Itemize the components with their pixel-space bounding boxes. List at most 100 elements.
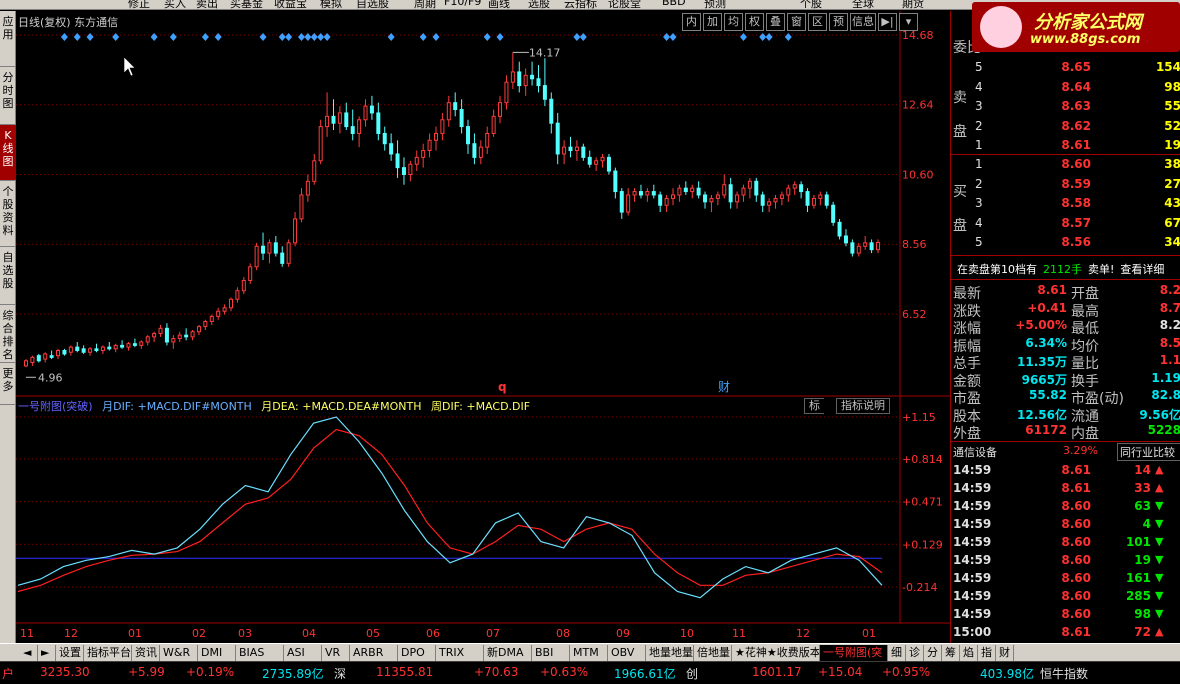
chart-tool-button[interactable]: ▶| — [878, 13, 897, 31]
signal-diamond-icon — [310, 33, 318, 41]
chart-tool-button[interactable]: 信息 — [850, 13, 876, 31]
chart-tool-button[interactable]: 权 — [745, 13, 764, 31]
menu-item[interactable]: 论股堂 — [608, 0, 641, 9]
bottom-tab[interactable]: OBV — [608, 645, 646, 661]
order-note-part[interactable]: 查看详细 — [1120, 263, 1164, 276]
candle-body — [773, 197, 778, 203]
chart-tool-button[interactable]: 区 — [808, 13, 827, 31]
sub-tick-label: -0.214 — [902, 581, 937, 594]
candle-body — [703, 194, 708, 203]
bottom-tab[interactable]: 倍地量 — [694, 645, 732, 661]
menu-item[interactable]: 周期 — [414, 0, 436, 9]
menu-item[interactable]: 卖出 — [196, 0, 218, 9]
left-tab-6[interactable]: 更多 — [0, 363, 16, 405]
bottom-tab[interactable]: 财 — [996, 645, 1014, 661]
menu-item[interactable]: 修正 — [128, 0, 150, 9]
status-sh-pct: +0.19% — [186, 665, 235, 679]
menu-item[interactable]: 模拟 — [320, 0, 342, 9]
left-tab-5[interactable]: 综合排名 — [0, 305, 16, 363]
low-price-label: 4.96 — [38, 371, 63, 384]
chart-tool-button[interactable]: 均 — [724, 13, 743, 31]
sep-line — [951, 154, 1180, 155]
bottom-tab[interactable]: 指 — [978, 645, 996, 661]
tick-price: 8.61 — [1061, 463, 1091, 477]
bottom-tab[interactable]: BBI — [532, 645, 570, 661]
menu-item[interactable]: 买入 — [164, 0, 186, 9]
bottom-tab[interactable]: ► — [38, 645, 56, 661]
buy-row-level: 3 — [975, 196, 983, 210]
menu-item[interactable]: 期货 — [902, 0, 924, 9]
buy-row-volume: 67 — [1164, 215, 1180, 230]
bottom-tab[interactable]: 地量地量 — [646, 645, 694, 661]
chart-tool-button[interactable]: 预 — [829, 13, 848, 31]
chart-tool-button[interactable]: ▾ — [899, 13, 918, 31]
bottom-tab[interactable]: 分 — [924, 645, 942, 661]
arrow-up-icon: ▲ — [1155, 463, 1164, 476]
bottom-tab[interactable]: W&R — [160, 645, 198, 661]
bottom-tab[interactable]: ◄ — [20, 645, 38, 661]
candle-body — [549, 98, 554, 124]
candle-body — [235, 290, 240, 300]
tick-volume: 101 — [1125, 535, 1151, 549]
menu-item[interactable]: 自选股 — [356, 0, 389, 9]
candle-body — [722, 184, 727, 196]
menu-item[interactable]: 收益宝 — [274, 0, 307, 9]
chart-tool-button[interactable]: 窗 — [787, 13, 806, 31]
chart-area[interactable]: 14.68 12.64 10.60 8.56 6.52 14.17 4.96 q 财 +1.15 +… — [16, 11, 950, 643]
bottom-tab[interactable]: DPO — [398, 645, 436, 661]
bottom-tab[interactable]: 资讯 — [132, 645, 160, 661]
kline-chart-svg[interactable]: 14.6812.6410.608.566.5214.174.96q 财+1.15+… — [16, 11, 950, 643]
left-tab-2[interactable]: K线图 — [0, 125, 16, 181]
left-tab-1[interactable]: 分时图 — [0, 67, 16, 125]
bottom-tab[interactable]: BIAS — [236, 645, 284, 661]
candle-body — [139, 341, 144, 346]
bottom-tab[interactable]: TRIX — [436, 645, 484, 661]
bottom-tab[interactable]: 筹 — [942, 645, 960, 661]
x-tick-label: 04 — [302, 627, 316, 640]
candle-body — [779, 194, 784, 199]
chart-tool-button[interactable]: 叠 — [766, 13, 785, 31]
candle-body — [453, 102, 458, 111]
left-tab-0[interactable]: 应用 — [0, 11, 16, 67]
candle-body — [504, 81, 509, 104]
bottom-tab[interactable]: 新DMA — [484, 645, 532, 661]
chart-tool-button[interactable]: 内 — [682, 13, 701, 31]
candle-body — [638, 191, 643, 196]
menu-item[interactable]: 买基金 — [230, 0, 263, 9]
candle-body — [395, 153, 400, 169]
candle-body — [466, 126, 471, 145]
candle-body — [267, 242, 272, 254]
menu-item[interactable]: 全球 — [852, 0, 874, 9]
left-tab-3[interactable]: 个股资料 — [0, 181, 16, 247]
bottom-tab[interactable]: 设置 — [56, 645, 84, 661]
x-tick-label: 01 — [862, 627, 876, 640]
indicator-btn-1[interactable]: 标 — [804, 398, 824, 414]
bottom-tab[interactable]: ★花神★收费版本 — [732, 645, 820, 661]
indicator-help-button[interactable]: 指标说明 — [836, 398, 890, 414]
bottom-tab[interactable]: 一号附图(突 — [820, 645, 888, 661]
menu-item[interactable]: 选股 — [528, 0, 550, 9]
candle-body — [261, 245, 266, 254]
menu-item[interactable]: F10/F9 — [444, 0, 481, 8]
bottom-tab[interactable]: 指标平台 — [84, 645, 132, 661]
menu-item[interactable]: 云指标 — [564, 0, 597, 9]
bottom-tab[interactable]: 焰 — [960, 645, 978, 661]
candle-body — [171, 338, 176, 343]
bottom-tab[interactable]: ARBR — [350, 645, 398, 661]
bottom-tab[interactable]: 细 — [888, 645, 906, 661]
bottom-tab[interactable]: VR — [322, 645, 350, 661]
chart-tool-button[interactable]: 加 — [703, 13, 722, 31]
bottom-tab[interactable]: 诊 — [906, 645, 924, 661]
industry-compare-button[interactable]: 同行业比较 — [1117, 443, 1180, 461]
candle-body — [376, 112, 381, 134]
menu-item[interactable]: BBD — [662, 0, 686, 8]
menu-item[interactable]: 个股 — [800, 0, 822, 9]
left-tab-4[interactable]: 自选股 — [0, 247, 16, 305]
bottom-tab[interactable]: ASI — [284, 645, 322, 661]
stat-value: +5.00% — [1015, 318, 1067, 332]
menu-item[interactable]: 画线 — [488, 0, 510, 9]
bottom-tab[interactable]: MTM — [570, 645, 608, 661]
price-tick-label: 8.56 — [902, 238, 927, 251]
bottom-tab[interactable]: DMI — [198, 645, 236, 661]
menu-item[interactable]: 预测 — [704, 0, 726, 9]
